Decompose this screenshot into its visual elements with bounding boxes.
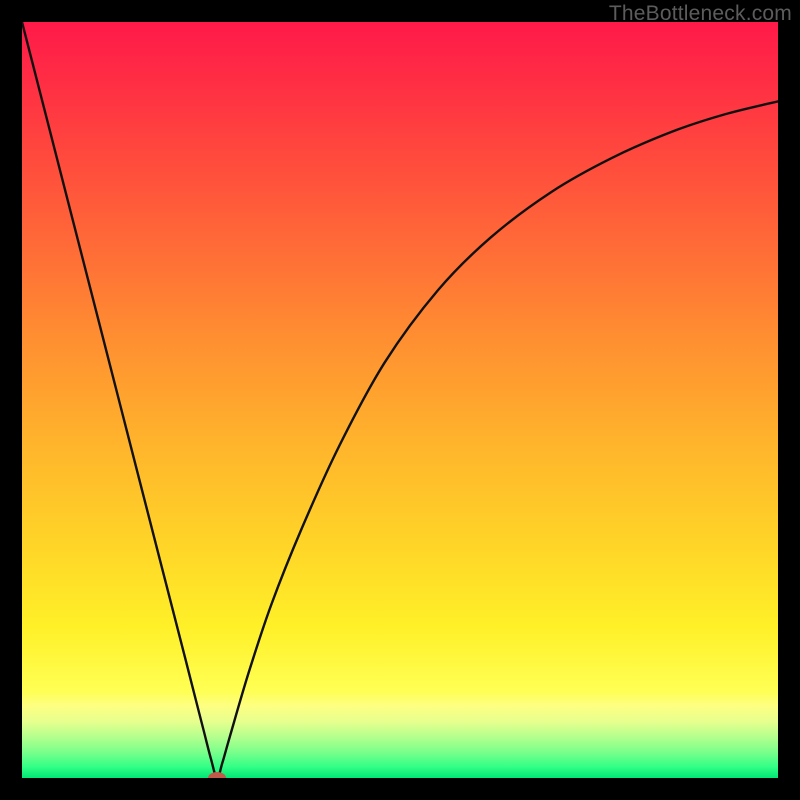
chart-frame: TheBottleneck.com — [0, 0, 800, 800]
plot-area — [22, 22, 778, 778]
bottleneck-chart — [22, 22, 778, 778]
